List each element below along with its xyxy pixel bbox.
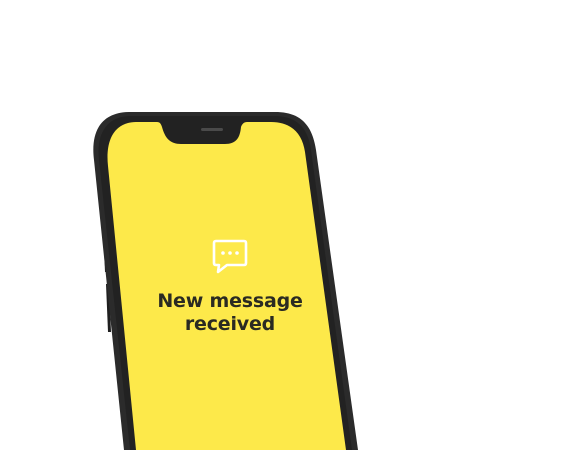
chat-bubble-icon — [212, 239, 248, 274]
notification-message: New message received — [140, 290, 320, 336]
speaker-grill — [201, 128, 223, 131]
notification-line-2: received — [184, 313, 276, 335]
phone-mockup-scene: New message received — [0, 0, 570, 450]
notification-line-1: New message — [157, 290, 303, 312]
phone-device — [93, 112, 359, 450]
notification-card: New message received — [140, 236, 320, 336]
